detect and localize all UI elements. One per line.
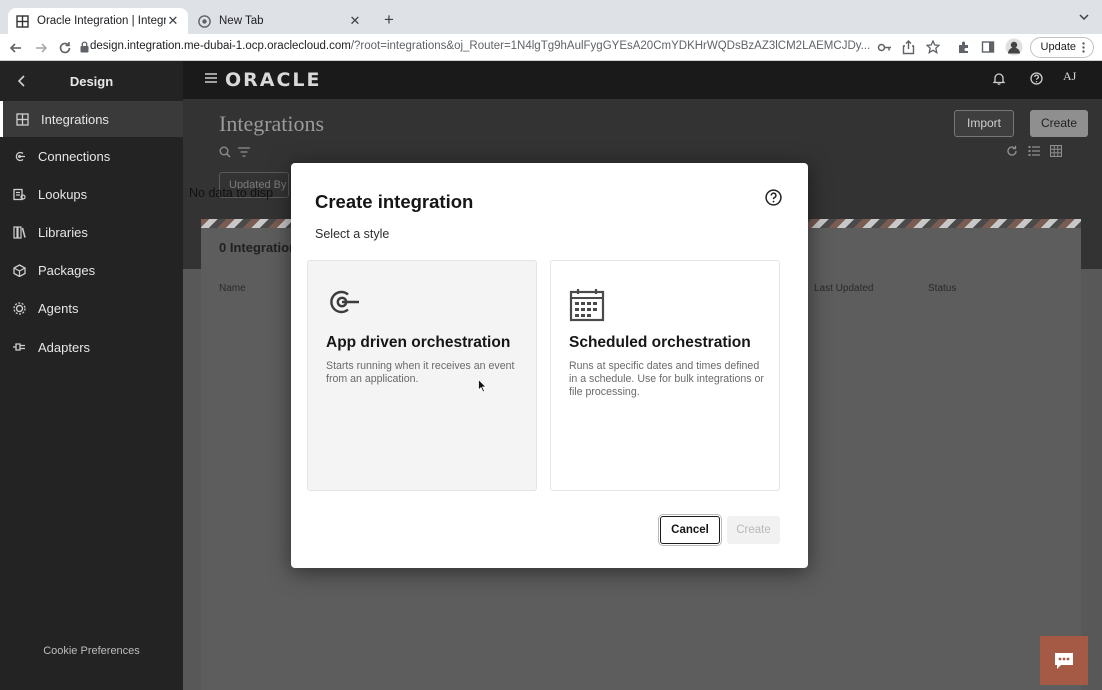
app-driven-icon (326, 288, 360, 316)
sidebar-item-packages[interactable]: Packages (0, 252, 183, 288)
lookups-icon (0, 188, 38, 201)
sidebar-header: Design (0, 61, 183, 101)
calendar-icon (569, 288, 605, 322)
dialog-title: Create integration (315, 191, 474, 212)
sidebar-title: Design (69, 73, 114, 89)
create-button[interactable]: Create (1030, 110, 1088, 137)
dialog-create-button[interactable]: Create (727, 516, 780, 544)
kebab-menu-icon (1082, 42, 1085, 53)
update-label: Update (1040, 41, 1076, 53)
url-field[interactable]: design.integration.me-dubai-1.ocp.oracle… (90, 40, 870, 52)
grid-view-icon[interactable] (1050, 145, 1062, 157)
integrations-icon (3, 112, 41, 126)
packages-icon (0, 263, 38, 277)
create-integration-dialog: Create integration Select a style App dr… (291, 163, 808, 568)
sidebar-item-lookups[interactable]: Lookups (0, 176, 183, 212)
column-header-name[interactable]: Name (219, 283, 246, 294)
option-title: App driven orchestration (326, 334, 511, 351)
sidebar-item-label: Integrations (41, 111, 109, 127)
column-header-last-updated[interactable]: Last Updated (814, 283, 874, 294)
option-title: Scheduled orchestration (569, 334, 751, 351)
sidebar-item-libraries[interactable]: Libraries (0, 214, 183, 250)
hamburger-menu-icon[interactable] (205, 73, 217, 83)
extensions-icon[interactable] (957, 40, 971, 54)
libraries-icon (0, 225, 38, 239)
close-tab-icon[interactable]: ✕ (166, 13, 180, 29)
tab-title: New Tab (219, 15, 264, 27)
option-card-scheduled[interactable]: Scheduled orchestration Runs at specific… (550, 260, 780, 491)
sidebar-item-connections[interactable]: Connections (0, 138, 183, 174)
reload-icon[interactable] (57, 40, 73, 56)
empty-state-text: No data to display (189, 186, 273, 200)
dialog-subtitle: Select a style (315, 227, 390, 241)
lock-icon[interactable] (80, 41, 90, 57)
refresh-icon[interactable] (1006, 145, 1018, 157)
sidebar-item-label: Connections (38, 148, 111, 164)
sidebar-item-integrations[interactable]: Integrations (0, 101, 183, 137)
agents-icon (0, 301, 38, 315)
chrome-icon (198, 14, 211, 28)
chevron-left-icon[interactable] (0, 74, 44, 88)
grid-icon (16, 14, 29, 28)
forward-arrow-icon[interactable] (33, 40, 49, 56)
url-host: design.integration.me-dubai-1.ocp.oracle… (90, 40, 351, 52)
sidebar-item-label: Packages (38, 262, 96, 278)
list-view-icon[interactable] (1028, 145, 1040, 157)
help-icon[interactable] (765, 189, 782, 206)
share-icon[interactable] (902, 40, 915, 55)
url-path: /?root=integrations&oj_Router=1N4lgTg9hA… (350, 40, 870, 52)
oracle-logo[interactable]: ORACLE (225, 69, 322, 91)
adapters-icon (0, 341, 38, 353)
search-icon[interactable] (219, 146, 231, 158)
browser-tab-new-tab[interactable]: New Tab ✕ (190, 8, 370, 34)
user-avatar[interactable]: AJ (1063, 69, 1076, 84)
cookie-preferences-link[interactable]: Cookie Preferences (0, 645, 183, 657)
page-title: Integrations (219, 111, 325, 136)
profile-avatar-icon[interactable] (1005, 38, 1023, 56)
new-tab-button[interactable]: + (380, 10, 398, 30)
browser-toolbar: design.integration.me-dubai-1.ocp.oracle… (0, 34, 1102, 61)
option-description: Runs at specific dates and times defined… (569, 360, 764, 398)
integration-count: 0 Integrations (219, 240, 291, 255)
sidebar-item-adapters[interactable]: Adapters (0, 329, 183, 365)
side-panel-icon[interactable] (981, 40, 995, 54)
browser-tab-strip: Oracle Integration | Integration ✕ New T… (0, 0, 1102, 34)
sidebar-item-label: Agents (38, 300, 79, 316)
mouse-cursor-icon (478, 379, 487, 393)
connections-icon (0, 150, 38, 163)
filter-icon[interactable] (238, 147, 250, 157)
option-card-app-driven[interactable]: App driven orchestration Starts running … (307, 260, 537, 491)
sidebar-item-label: Lookups (38, 186, 88, 202)
browser-tab-oracle-integration[interactable]: Oracle Integration | Integration ✕ (8, 8, 188, 34)
chat-button[interactable] (1040, 636, 1088, 685)
tab-title: Oracle Integration | Integration (37, 15, 166, 27)
sidebar-item-agents[interactable]: Agents (0, 290, 183, 326)
chevron-down-icon[interactable] (1078, 12, 1090, 22)
star-icon[interactable] (926, 40, 940, 54)
bell-icon[interactable] (993, 72, 1005, 85)
key-icon[interactable] (877, 40, 892, 55)
column-header-status[interactable]: Status (928, 283, 956, 294)
close-tab-icon[interactable]: ✕ (348, 13, 362, 29)
help-icon[interactable] (1030, 72, 1043, 85)
sidebar: Design Integrations Connections Lookups … (0, 61, 183, 690)
cancel-button[interactable]: Cancel (660, 516, 720, 544)
back-arrow-icon[interactable] (8, 40, 24, 56)
app-header: ORACLE AJ (183, 61, 1102, 99)
sidebar-item-label: Libraries (38, 224, 88, 240)
update-button[interactable]: Update (1029, 37, 1094, 58)
option-description: Starts running when it receives an event… (326, 360, 515, 385)
chat-bubble-icon (1053, 651, 1075, 671)
sidebar-item-label: Adapters (38, 339, 91, 355)
import-button[interactable]: Import (954, 110, 1014, 137)
